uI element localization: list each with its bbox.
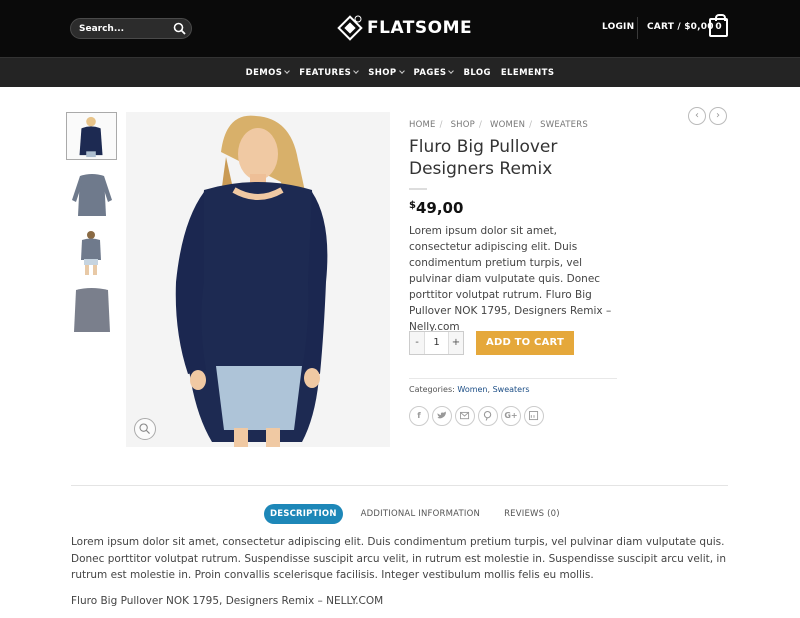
nav-label: SHOP: [368, 67, 397, 78]
search-box[interactable]: [70, 18, 192, 39]
facebook-icon[interactable]: f: [409, 406, 429, 426]
price-currency: $: [409, 200, 416, 211]
breadcrumb-separator: /: [529, 120, 533, 130]
main-nav: DEMOS FEATURES SHOP PAGES BLOG ELEMENTS: [0, 58, 800, 87]
product-thumbnail[interactable]: [66, 228, 117, 276]
quantity-stepper: - 1 +: [409, 331, 464, 355]
site-logo[interactable]: FLATSOME: [337, 15, 472, 41]
nav-features[interactable]: FEATURES: [299, 67, 360, 78]
breadcrumb-separator: /: [478, 120, 483, 130]
category-link-women[interactable]: Women: [457, 385, 487, 394]
pinterest-icon[interactable]: [478, 406, 498, 426]
breadcrumb-separator: /: [439, 120, 443, 130]
nav-elements[interactable]: ELEMENTS: [501, 68, 555, 78]
logo-icon: [337, 15, 363, 41]
chevron-down-icon: [448, 68, 455, 74]
tab-additional-information[interactable]: ADDITIONAL INFORMATION: [355, 504, 486, 524]
cart-count-icon[interactable]: 0: [709, 14, 728, 37]
nav-shop[interactable]: SHOP: [368, 67, 405, 78]
share-icons: f G+: [409, 406, 547, 426]
product-main-image[interactable]: [126, 112, 390, 447]
nav-label: BLOG: [463, 67, 491, 78]
breadcrumb-sweaters[interactable]: SWEATERS: [540, 120, 588, 130]
nav-pages[interactable]: PAGES: [413, 67, 455, 78]
product-thumbnail[interactable]: [66, 170, 117, 218]
product-thumbnail-image: [66, 286, 117, 334]
tab-reviews[interactable]: REVIEWS (0): [498, 504, 566, 524]
googleplus-icon[interactable]: G+: [501, 406, 521, 426]
breadcrumb-home[interactable]: HOME: [409, 120, 436, 130]
nav-label: DEMOS: [245, 67, 283, 78]
nav-label: PAGES: [413, 67, 447, 78]
cart-link[interactable]: CART / $0,00: [647, 22, 714, 32]
description-source-text: Fluro Big Pullover NOK 1795, Designers R…: [71, 595, 384, 607]
breadcrumb: HOME / SHOP / WOMEN / SWEATERS: [409, 120, 592, 130]
search-input[interactable]: [79, 21, 171, 36]
add-to-cart-button[interactable]: ADD TO CART: [476, 331, 574, 355]
login-link[interactable]: LOGIN: [602, 22, 634, 32]
product-photo: [126, 112, 390, 447]
nav-label: ELEMENTS: [500, 67, 555, 78]
description-text: Lorem ipsum dolor sit amet, consectetur …: [71, 536, 727, 581]
qty-minus-button[interactable]: -: [410, 332, 424, 354]
qty-input[interactable]: 1: [424, 332, 449, 354]
chevron-down-icon: [398, 68, 405, 74]
product-thumbnail[interactable]: [66, 286, 117, 334]
zoom-icon[interactable]: [134, 418, 156, 440]
chevron-down-icon: [353, 68, 360, 74]
header-divider: [637, 17, 638, 39]
prev-product-button[interactable]: ‹: [688, 107, 706, 125]
product-thumbnail-image: [67, 113, 116, 159]
breadcrumb-women[interactable]: WOMEN: [490, 120, 525, 130]
product-thumbnail-image: [66, 228, 117, 276]
chevron-down-icon: [284, 68, 291, 74]
category-link-sweaters[interactable]: Sweaters: [493, 385, 530, 394]
tabs-divider: [71, 485, 728, 486]
price-amount: 49,00: [415, 199, 464, 217]
product-categories: Categories: Women, Sweaters: [409, 385, 530, 394]
search-icon[interactable]: [173, 22, 186, 35]
top-header: FLATSOME LOGIN CART / $0,00 0: [0, 0, 800, 57]
product-tabs: DESCRIPTION ADDITIONAL INFORMATION REVIE…: [264, 504, 578, 524]
product-price: $49,00: [409, 199, 463, 217]
breadcrumb-shop[interactable]: SHOP: [451, 120, 475, 130]
nav-demos[interactable]: DEMOS: [245, 67, 291, 78]
tab-description[interactable]: DESCRIPTION: [264, 504, 343, 524]
main-nav-bar: DEMOS FEATURES SHOP PAGES BLOG ELEMENTS: [0, 57, 800, 87]
nav-blog[interactable]: BLOG: [463, 68, 490, 78]
title-divider: [409, 188, 427, 190]
twitter-icon[interactable]: [432, 406, 452, 426]
product-thumbnail[interactable]: [66, 112, 117, 160]
categories-label: Categories:: [409, 385, 455, 394]
next-product-button[interactable]: ›: [709, 107, 727, 125]
product-short-description: Lorem ipsum dolor sit amet, consectetur …: [409, 225, 612, 333]
linkedin-icon[interactable]: [524, 406, 544, 426]
product-title: Fluro Big Pullover Designers Remix: [409, 137, 558, 179]
logo-text: FLATSOME: [367, 18, 473, 38]
product-thumbnail-image: [66, 170, 117, 218]
qty-plus-button[interactable]: +: [449, 332, 463, 354]
nav-label: FEATURES: [299, 67, 352, 78]
categories-divider: [409, 378, 617, 379]
email-icon[interactable]: [455, 406, 475, 426]
